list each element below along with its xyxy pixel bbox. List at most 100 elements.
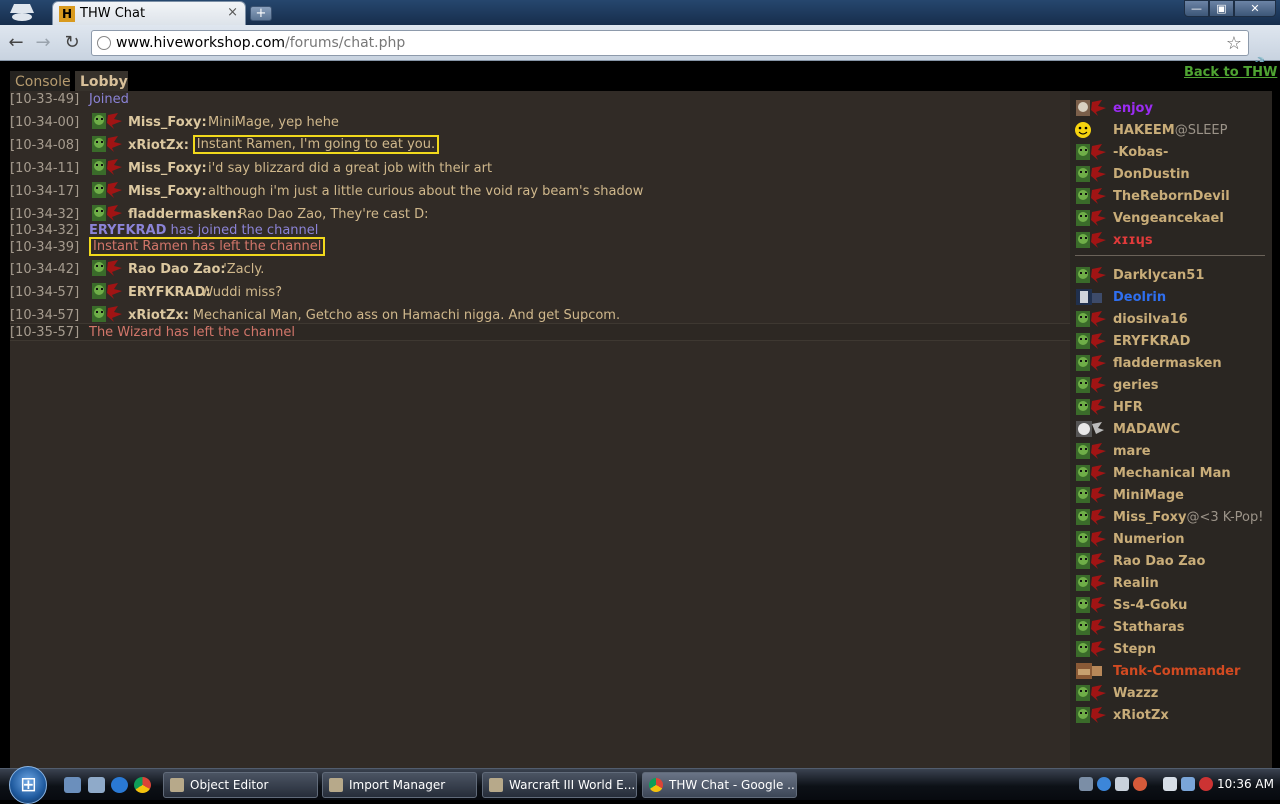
user-list-item[interactable]: TheRebornDevil xyxy=(1070,186,1272,208)
user-name[interactable]: DonDustin xyxy=(1113,167,1190,182)
new-tab-button[interactable]: + xyxy=(250,6,272,21)
user-name[interactable]: Darklycan51 xyxy=(1113,268,1204,283)
tray-clipboard-icon[interactable] xyxy=(1163,777,1177,791)
user-list-item[interactable]: Darklycan51 xyxy=(1070,265,1272,287)
forward-arrow-icon[interactable]: → xyxy=(32,32,54,54)
tray-volume-muted-icon[interactable] xyxy=(1199,777,1213,791)
user-list-item[interactable]: Wazzz xyxy=(1070,683,1272,705)
message-username[interactable]: Miss_Foxy: xyxy=(128,115,207,130)
clock[interactable]: 10:36 AM xyxy=(1217,777,1274,791)
user-list-item[interactable]: fladdermasken xyxy=(1070,353,1272,375)
message-timestamp: [10-34-08] xyxy=(10,138,80,153)
user-name[interactable]: MADAWC xyxy=(1113,422,1180,437)
user-list-item[interactable]: xRiotZx xyxy=(1070,705,1272,727)
user-name[interactable]: Statharas xyxy=(1113,620,1185,635)
user-name[interactable]: MiniMage xyxy=(1113,488,1184,503)
user-list-item[interactable]: Miss_Foxy@<3 K-Pop! xyxy=(1070,507,1272,529)
message-username[interactable]: Rao Dao Zao: xyxy=(128,262,226,277)
message-username[interactable]: fladdermasken: xyxy=(128,207,242,222)
user-list-item[interactable]: ERYFKRAD xyxy=(1070,331,1272,353)
user-list-item[interactable]: enjoy xyxy=(1070,98,1272,120)
user-name[interactable]: Wazzz xyxy=(1113,686,1158,701)
close-window-button[interactable]: ✕ xyxy=(1234,0,1276,17)
user-name[interactable]: xRiotZx xyxy=(1113,708,1169,723)
user-name[interactable]: Deolrin xyxy=(1113,290,1166,305)
user-list-item[interactable]: -Kobas- xyxy=(1070,142,1272,164)
user-name[interactable]: enjoy xyxy=(1113,101,1153,116)
message-username[interactable]: Miss_Foxy: xyxy=(128,184,207,199)
user-list-item[interactable]: mare xyxy=(1070,441,1272,463)
tab-lobby[interactable]: Lobby xyxy=(75,71,128,93)
user-list-item[interactable]: HFR xyxy=(1070,397,1272,419)
user-name[interactable]: TheRebornDevil xyxy=(1113,189,1230,204)
user-list-item[interactable]: Vengeancekael xyxy=(1070,208,1272,230)
user-name[interactable]: Numerion xyxy=(1113,532,1185,547)
user-name[interactable]: fladdermasken xyxy=(1113,356,1222,371)
user-name[interactable]: Realin xyxy=(1113,576,1159,591)
user-list-item[interactable]: MADAWC xyxy=(1070,419,1272,441)
user-name[interactable]: Rao Dao Zao xyxy=(1113,554,1205,569)
user-name[interactable]: Tank-Commander xyxy=(1113,664,1240,679)
user-name[interactable]: HFR xyxy=(1113,400,1143,415)
internet-explorer-icon[interactable] xyxy=(111,777,128,793)
user-list-item[interactable]: Mechanical Man xyxy=(1070,463,1272,485)
user-list-item[interactable]: Tank-Commander xyxy=(1070,661,1272,683)
user-name[interactable]: geries xyxy=(1113,378,1159,393)
switch-windows-icon[interactable] xyxy=(88,777,105,793)
user-name[interactable]: -Kobas- xyxy=(1113,145,1168,160)
user-list-item[interactable]: Ss-4-Goku xyxy=(1070,595,1272,617)
user-list-item[interactable]: Stepn xyxy=(1070,639,1272,661)
user-name[interactable]: Vengeancekael xyxy=(1113,211,1224,226)
task-import-manager[interactable]: Import Manager xyxy=(322,772,477,798)
tab-close-icon[interactable]: × xyxy=(227,5,238,20)
tray-security-icon[interactable] xyxy=(1133,777,1147,791)
tray-app-icon[interactable] xyxy=(1079,777,1093,791)
user-list-item[interactable]: Deolrin xyxy=(1070,287,1272,309)
tray-network-icon[interactable] xyxy=(1097,777,1111,791)
tab-title: THW Chat xyxy=(80,6,146,21)
maximize-button[interactable]: ▣ xyxy=(1209,0,1234,17)
user-list-item[interactable]: DonDustin xyxy=(1070,164,1272,186)
user-list-item[interactable]: Statharas xyxy=(1070,617,1272,639)
task-object-editor[interactable]: Object Editor xyxy=(163,772,318,798)
task-thw-chat[interactable]: THW Chat - Google ... xyxy=(642,772,797,798)
user-name[interactable]: mare xyxy=(1113,444,1151,459)
start-button[interactable] xyxy=(9,766,47,804)
user-name[interactable]: Stepn xyxy=(1113,642,1156,657)
orc-avatar-icon xyxy=(1074,573,1108,593)
message-username[interactable]: xRiotZx: xyxy=(128,138,189,153)
reload-icon[interactable]: ↻ xyxy=(61,32,83,54)
user-list-item[interactable]: MiniMage xyxy=(1070,485,1272,507)
back-to-thw-link[interactable]: Back to THW xyxy=(1184,65,1277,80)
user-list-divider xyxy=(1075,255,1265,256)
user-list-item[interactable]: HAKEEM@SLEEP xyxy=(1070,120,1272,142)
show-desktop-icon[interactable] xyxy=(64,777,81,793)
message-username[interactable]: Miss_Foxy: xyxy=(128,161,207,176)
user-list-item[interactable]: Rao Dao Zao xyxy=(1070,551,1272,573)
user-name[interactable]: Miss_Foxy@<3 K-Pop! xyxy=(1113,510,1263,525)
minimize-button[interactable]: — xyxy=(1184,0,1209,17)
browser-tab[interactable]: H THW Chat × xyxy=(52,1,246,25)
tray-notepad-icon[interactable] xyxy=(1115,777,1129,791)
tab-console[interactable]: Console xyxy=(10,71,71,93)
message-username[interactable]: ERYFKRAD: xyxy=(128,285,211,300)
user-list-item[interactable]: diosilva16 xyxy=(1070,309,1272,331)
message-username[interactable]: xRiotZx: xyxy=(128,308,189,323)
chrome-icon[interactable] xyxy=(134,777,151,793)
user-name[interactable]: xɪɪɥs xyxy=(1113,233,1153,248)
tray-display-icon[interactable] xyxy=(1181,777,1195,791)
user-name[interactable]: ERYFKRAD xyxy=(1113,334,1190,349)
task-world-editor[interactable]: Warcraft III World E... xyxy=(482,772,637,798)
joined-username[interactable]: ERYFKRAD xyxy=(89,223,166,238)
user-name[interactable]: Ss-4-Goku xyxy=(1113,598,1187,613)
back-arrow-icon[interactable]: ← xyxy=(5,32,27,54)
user-name[interactable]: HAKEEM@SLEEP xyxy=(1113,123,1227,138)
user-list-item[interactable]: geries xyxy=(1070,375,1272,397)
user-name[interactable]: Mechanical Man xyxy=(1113,466,1231,481)
user-list-item[interactable]: xɪɪɥs xyxy=(1070,230,1272,252)
bookmark-star-icon[interactable]: ☆ xyxy=(1226,33,1242,54)
user-list-item[interactable]: Numerion xyxy=(1070,529,1272,551)
user-list-item[interactable]: Realin xyxy=(1070,573,1272,595)
user-name[interactable]: diosilva16 xyxy=(1113,312,1188,327)
address-bar[interactable]: www.hiveworkshop.com/forums/chat.php ☆ xyxy=(91,30,1249,56)
